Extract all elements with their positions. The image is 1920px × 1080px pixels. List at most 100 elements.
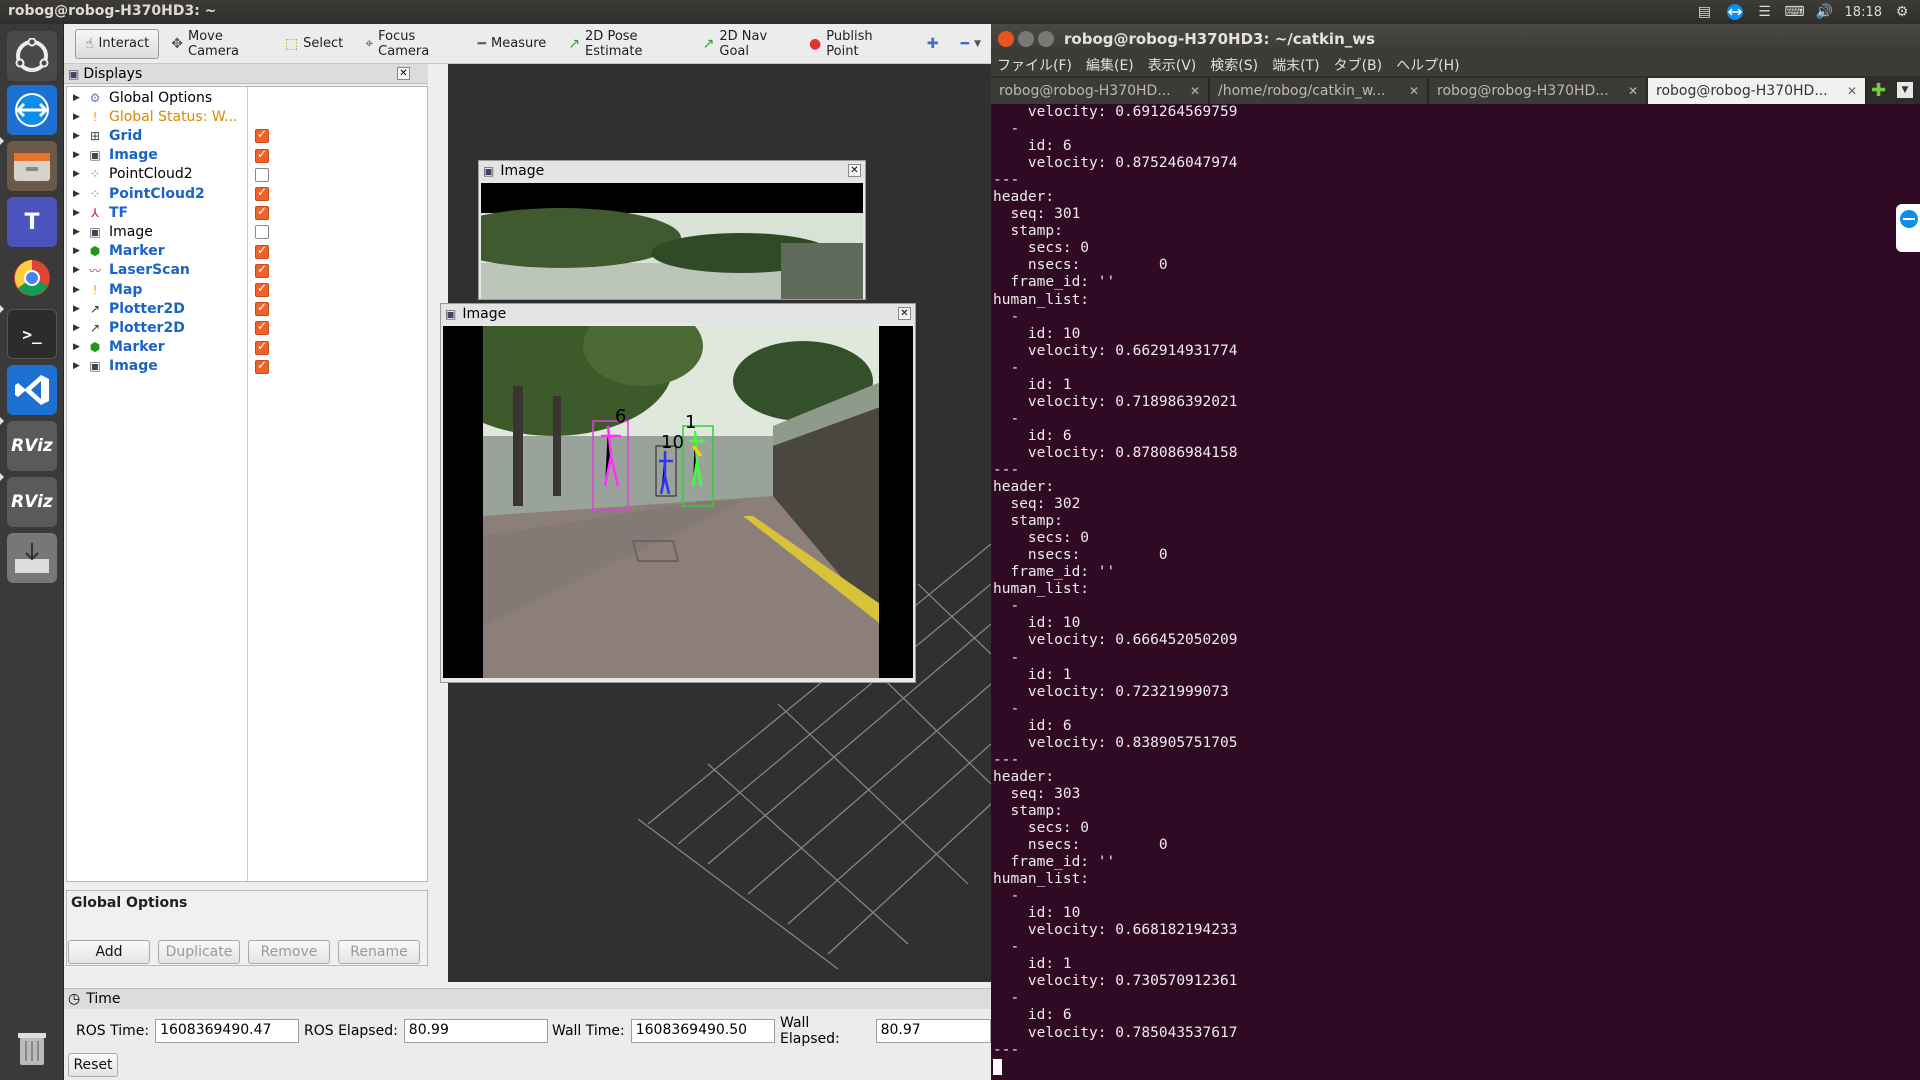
expand-arrow-icon[interactable]: ▶ <box>73 208 87 218</box>
measure-tool[interactable]: ━ Measure <box>468 29 557 59</box>
display-item[interactable]: ▶ ⁘ PointCloud2 <box>67 184 427 203</box>
teamviewer-tray-icon[interactable] <box>1725 3 1745 21</box>
terminal-output[interactable]: velocity: 0.691264569759 - id: 6 velocit… <box>991 104 1903 1080</box>
menu-help[interactable]: ヘルプ(H) <box>1396 55 1459 75</box>
display-enabled-checkbox[interactable] <box>255 204 269 221</box>
rviz-icon-2[interactable]: RViz <box>7 477 57 527</box>
display-enabled-checkbox[interactable] <box>255 319 269 336</box>
close-icon[interactable]: ✕ <box>1409 84 1419 98</box>
expand-arrow-icon[interactable]: ▶ <box>73 189 87 199</box>
move-camera-tool[interactable]: ✥ Move Camera <box>161 29 273 59</box>
display-item[interactable]: ▶ ⬢ Marker <box>67 242 427 261</box>
duplicate-button[interactable]: Duplicate <box>158 940 240 964</box>
expand-arrow-icon[interactable]: ▶ <box>73 112 87 122</box>
image-window-front[interactable]: ▣ Image ✕ 6 10 1 <box>440 303 916 683</box>
add-tool-button[interactable]: ✚ <box>917 29 949 59</box>
expand-arrow-icon[interactable]: ▶ <box>73 246 87 256</box>
expand-arrow-icon[interactable]: ▶ <box>73 304 87 314</box>
select-tool[interactable]: ⬚ Select <box>275 29 353 59</box>
display-enabled-checkbox[interactable] <box>255 243 269 259</box>
close-icon[interactable]: ✕ <box>898 307 911 320</box>
display-enabled-checkbox[interactable] <box>255 167 269 182</box>
display-item[interactable]: ▶ ▣ Image <box>67 146 427 165</box>
menu-file[interactable]: ファイル(F) <box>997 55 1072 75</box>
display-enabled-checkbox[interactable] <box>255 339 269 355</box>
rviz-icon-1[interactable]: RViz <box>7 421 57 471</box>
clock[interactable]: 18:18 <box>1845 5 1882 20</box>
trash-icon[interactable] <box>7 1023 57 1073</box>
display-item[interactable]: ▶ ⚙ Global Options <box>67 88 427 107</box>
expand-arrow-icon[interactable]: ▶ <box>73 227 87 237</box>
focus-camera-tool[interactable]: ⌖ Focus Camera <box>355 29 465 59</box>
vscode-icon[interactable] <box>7 365 57 415</box>
ros-elapsed-value[interactable]: 80.99 <box>403 1019 548 1043</box>
files-icon[interactable] <box>7 141 57 191</box>
display-item[interactable]: ▶ ▣ Image <box>67 357 427 376</box>
display-enabled-checkbox[interactable] <box>255 225 269 240</box>
close-icon[interactable]: ✕ <box>1628 84 1638 98</box>
remove-tool-button[interactable]: ━ ▼ <box>951 29 991 59</box>
display-item[interactable]: ▶ ⅄ TF <box>67 203 427 222</box>
display-item[interactable]: ▶ ↗ Plotter2D <box>67 299 427 318</box>
display-item[interactable]: ▶ 〰 LaserScan <box>67 261 427 280</box>
volume-icon[interactable]: 🔊 <box>1815 3 1835 21</box>
add-button[interactable]: Add <box>68 940 150 964</box>
expand-arrow-icon[interactable]: ▶ <box>73 361 87 371</box>
display-item[interactable]: ▶ ↗ Plotter2D <box>67 318 427 337</box>
terminal-tab-active[interactable]: robog@robog-H370HD... ✕ <box>1648 78 1866 104</box>
display-item[interactable]: ▶ ⁘ PointCloud2 <box>67 165 427 184</box>
display-enabled-checkbox[interactable] <box>255 127 269 144</box>
gear-icon[interactable]: ⚙ <box>1892 3 1912 21</box>
minimize-window-button[interactable] <box>1018 31 1034 47</box>
chrome-icon[interactable] <box>7 253 57 303</box>
publish-point-tool[interactable]: ● Publish Point <box>799 29 905 59</box>
close-icon[interactable]: ✕ <box>1847 84 1857 98</box>
close-icon[interactable]: ✕ <box>1190 84 1200 98</box>
terminal-tab[interactable]: /home/robog/catkin_w... ✕ <box>1210 78 1428 104</box>
display-enabled-checkbox[interactable] <box>255 300 269 317</box>
close-icon[interactable]: ✕ <box>397 67 410 80</box>
display-item[interactable]: ▶! Map <box>67 280 427 299</box>
menu-edit[interactable]: 編集(E) <box>1086 55 1134 75</box>
teamviewer-side-dock[interactable] <box>1896 204 1920 252</box>
expand-arrow-icon[interactable]: ▶ <box>73 169 87 179</box>
display-enabled-checkbox[interactable] <box>255 185 269 201</box>
clipboard-icon[interactable]: ▤ <box>1695 3 1715 21</box>
expand-arrow-icon[interactable]: ▶ <box>73 150 87 160</box>
teamviewer-icon[interactable] <box>7 85 57 135</box>
display-enabled-checkbox[interactable] <box>255 358 269 374</box>
display-item[interactable]: ▶! Global Status: W... <box>67 107 427 126</box>
display-enabled-checkbox[interactable] <box>255 262 269 278</box>
display-item[interactable]: ▶ ⬢ Marker <box>67 338 427 357</box>
new-tab-icon[interactable]: ✚ <box>1871 80 1886 101</box>
nav-goal-tool[interactable]: ↗ 2D Nav Goal <box>693 29 797 59</box>
menu-terminal[interactable]: 端末(T) <box>1272 55 1319 75</box>
display-enabled-checkbox[interactable] <box>255 281 269 297</box>
reset-button[interactable]: Reset <box>68 1053 118 1077</box>
maximize-window-button[interactable] <box>1038 31 1054 47</box>
expand-arrow-icon[interactable]: ▶ <box>73 265 87 275</box>
close-icon[interactable]: ✕ <box>848 164 861 177</box>
close-window-button[interactable] <box>998 31 1014 47</box>
ros-time-value[interactable]: 1608369490.47 <box>155 1019 300 1043</box>
wall-elapsed-value[interactable]: 80.97 <box>875 1019 991 1043</box>
pose-estimate-tool[interactable]: ↗ 2D Pose Estimate <box>558 29 690 59</box>
expand-arrow-icon[interactable]: ▶ <box>73 93 87 103</box>
wall-time-value[interactable]: 1608369490.50 <box>630 1019 775 1043</box>
interact-tool[interactable]: ☝ Interact <box>75 28 160 59</box>
teams-icon[interactable]: T <box>7 197 57 247</box>
expand-arrow-icon[interactable]: ▶ <box>73 285 87 295</box>
terminal-tab[interactable]: robog@robog-H370HD... ✕ <box>1429 78 1647 104</box>
display-item[interactable]: ▶ ▣ Image <box>67 222 427 241</box>
image-window-back[interactable]: ▣ Image ✕ <box>441 160 866 300</box>
menu-view[interactable]: 表示(V) <box>1148 55 1197 75</box>
ubuntu-dash-icon[interactable] <box>7 31 57 81</box>
remove-button[interactable]: Remove <box>248 940 330 964</box>
terminal-icon[interactable]: >_ <box>7 309 57 359</box>
menu-search[interactable]: 検索(S) <box>1210 55 1258 75</box>
keyboard-icon[interactable]: ⌨ <box>1784 3 1804 21</box>
display-enabled-checkbox[interactable] <box>255 147 269 163</box>
tab-list-icon[interactable]: ▼ <box>1897 82 1913 98</box>
menu-tabs[interactable]: タブ(B) <box>1334 55 1383 75</box>
installer-icon[interactable] <box>7 533 57 583</box>
